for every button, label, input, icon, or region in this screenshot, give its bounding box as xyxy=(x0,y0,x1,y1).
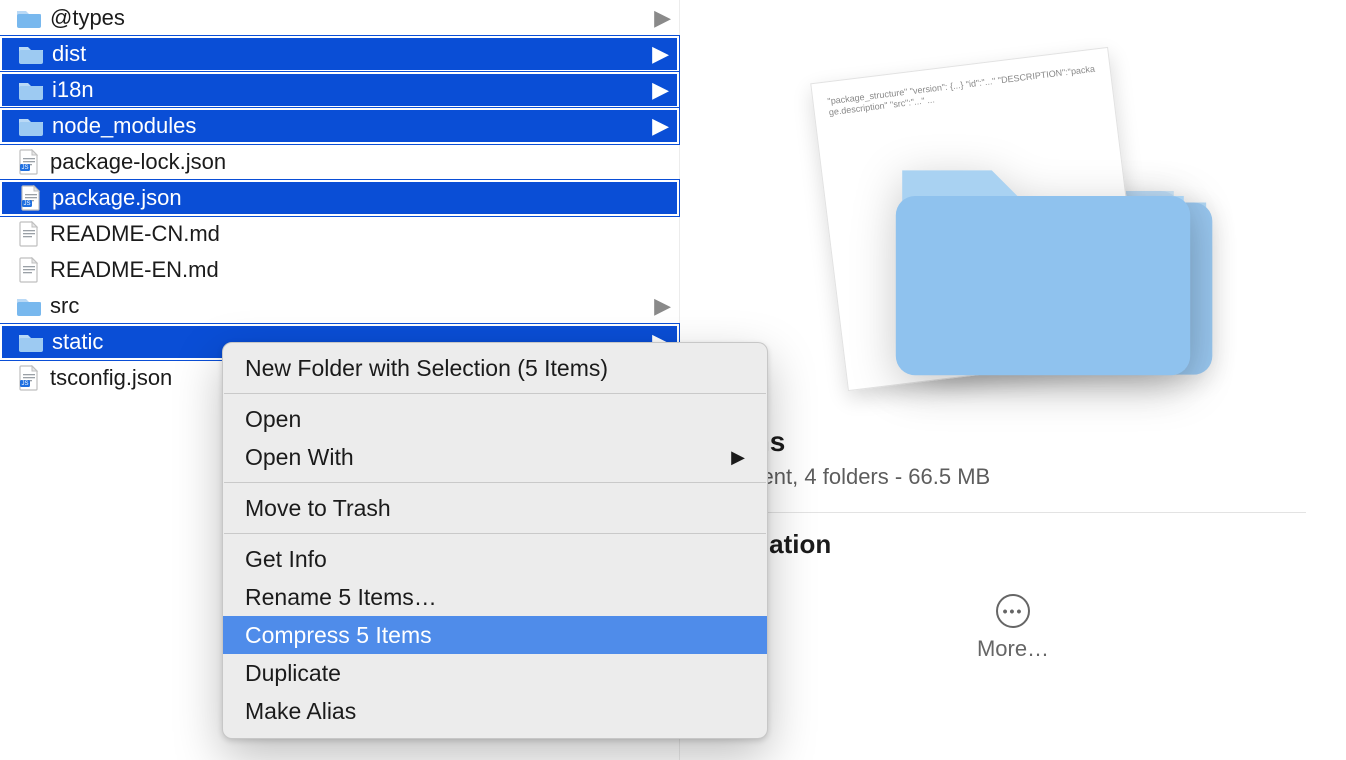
information-section-label: ormation xyxy=(720,529,1306,560)
menu-item-label: Rename 5 Items… xyxy=(245,584,745,611)
folder-icon xyxy=(14,7,44,29)
svg-text:JS: JS xyxy=(21,165,28,171)
chevron-right-icon: ▶ xyxy=(651,113,669,139)
menu-separator xyxy=(224,533,766,534)
chevron-right-icon: ▶ xyxy=(651,77,669,103)
preview-thumbnail: "package_structure" "version": {...} "id… xyxy=(720,30,1306,420)
file-row-package-lock-json[interactable]: JS package-lock.json xyxy=(0,144,679,180)
file-name-label: i18n xyxy=(52,77,651,103)
menu-item-label: Open xyxy=(245,406,745,433)
file-name-label: package-lock.json xyxy=(50,149,653,175)
file-row--types[interactable]: @types▶ xyxy=(0,0,679,36)
file-name-label: @types xyxy=(50,5,653,31)
menu-item-label: Open With xyxy=(245,444,731,471)
menu-item-label: Make Alias xyxy=(245,698,745,725)
document-icon xyxy=(14,221,44,247)
preview-title: tems xyxy=(720,426,1306,458)
file-row-readme-cn-md[interactable]: README-CN.md xyxy=(0,216,679,252)
file-row-node-modules[interactable]: node_modules▶ xyxy=(0,108,679,144)
chevron-right-icon: ▶ xyxy=(651,41,669,67)
menu-item-label: Compress 5 Items xyxy=(245,622,745,649)
chevron-right-icon: ▶ xyxy=(653,5,671,31)
file-name-label: node_modules xyxy=(52,113,651,139)
file-name-label: src xyxy=(50,293,653,319)
folder-icon xyxy=(16,115,46,137)
file-name-label: README-EN.md xyxy=(50,257,653,283)
file-name-label: package.json xyxy=(52,185,651,211)
context-menu: New Folder with Selection (5 Items) Open O… xyxy=(222,342,768,739)
menu-item-new-folder-with-selection-5-items[interactable]: New Folder with Selection (5 Items) xyxy=(223,349,767,387)
folder-icon xyxy=(14,295,44,317)
file-row-package-json[interactable]: JS package.json xyxy=(0,180,679,216)
menu-item-make-alias[interactable]: Make Alias xyxy=(223,692,767,730)
menu-item-label: Move to Trash xyxy=(245,495,745,522)
document-icon xyxy=(14,257,44,283)
menu-separator xyxy=(224,393,766,394)
divider xyxy=(720,512,1306,513)
folder-icon xyxy=(16,43,46,65)
file-row-dist[interactable]: dist▶ xyxy=(0,36,679,72)
menu-item-open[interactable]: Open xyxy=(223,400,767,438)
folder-icon xyxy=(883,130,1203,390)
menu-item-label: Duplicate xyxy=(245,660,745,687)
menu-separator xyxy=(224,482,766,483)
file-name-label: README-CN.md xyxy=(50,221,653,247)
folder-icon xyxy=(16,331,46,353)
more-button[interactable]: ••• More… xyxy=(977,594,1049,662)
json-file-icon: JS xyxy=(14,149,44,175)
folder-icon xyxy=(16,79,46,101)
file-name-label: dist xyxy=(52,41,651,67)
menu-item-get-info[interactable]: Get Info xyxy=(223,540,767,578)
menu-item-open-with[interactable]: Open With▶ xyxy=(223,438,767,476)
file-row-readme-en-md[interactable]: README-EN.md xyxy=(0,252,679,288)
menu-item-label: Get Info xyxy=(245,546,745,573)
ellipsis-icon: ••• xyxy=(996,594,1030,628)
chevron-right-icon: ▶ xyxy=(653,293,671,319)
preview-pane: "package_structure" "version": {...} "id… xyxy=(680,0,1346,760)
file-row-src[interactable]: src▶ xyxy=(0,288,679,324)
svg-text:JS: JS xyxy=(23,201,30,207)
more-label: More… xyxy=(977,636,1049,662)
json-file-icon: JS xyxy=(14,365,44,391)
menu-item-compress-5-items[interactable]: Compress 5 Items xyxy=(223,616,767,654)
menu-item-move-to-trash[interactable]: Move to Trash xyxy=(223,489,767,527)
menu-item-label: New Folder with Selection (5 Items) xyxy=(245,355,745,382)
menu-item-duplicate[interactable]: Duplicate xyxy=(223,654,767,692)
file-row-i18n[interactable]: i18n▶ xyxy=(0,72,679,108)
submenu-arrow-icon: ▶ xyxy=(731,447,745,468)
svg-text:JS: JS xyxy=(21,381,28,387)
json-file-icon: JS xyxy=(16,185,46,211)
menu-item-rename-5-items[interactable]: Rename 5 Items… xyxy=(223,578,767,616)
preview-subtitle: cument, 4 folders - 66.5 MB xyxy=(720,464,1306,490)
